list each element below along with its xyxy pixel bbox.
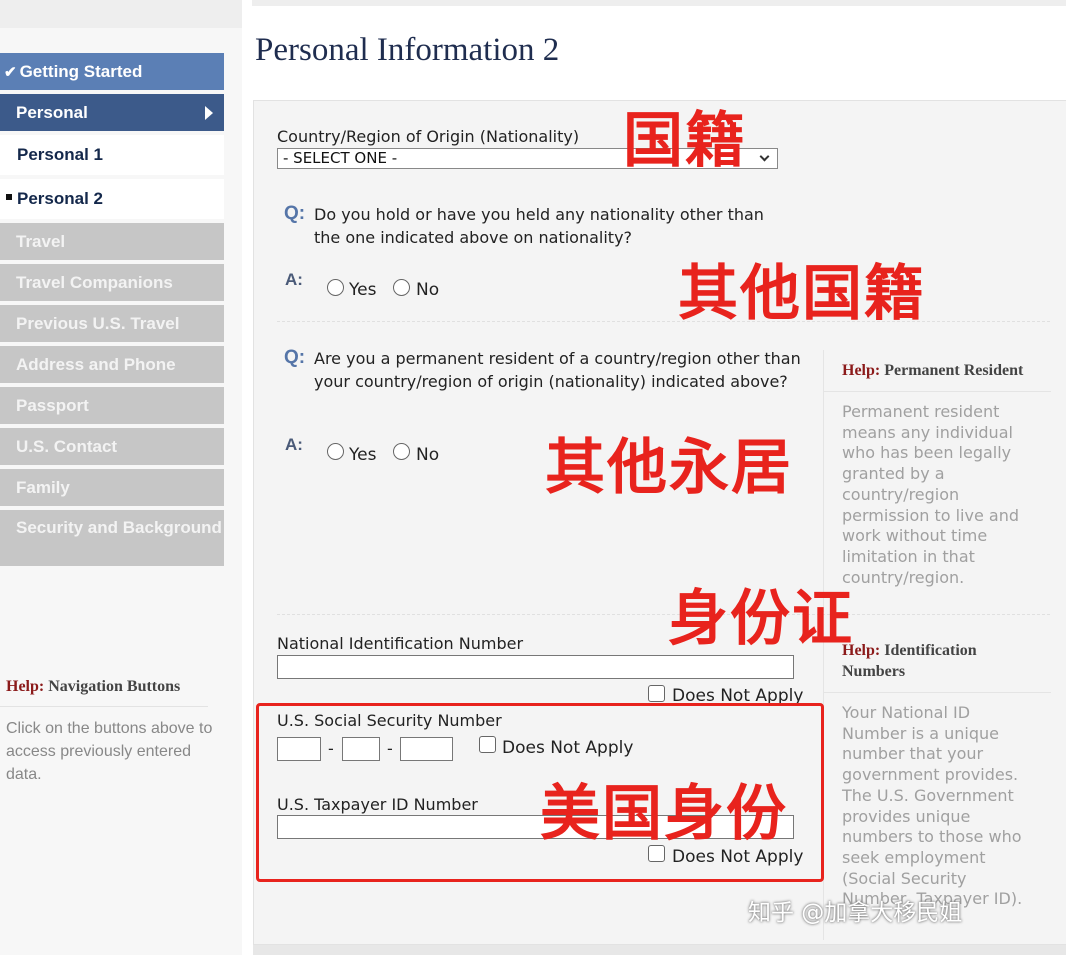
nav-item-family: Family <box>0 469 224 506</box>
radio-label: Yes <box>349 445 377 465</box>
other-nationality-no-radio[interactable] <box>393 279 410 296</box>
help-body: Click on the buttons above to access pre… <box>6 720 213 783</box>
nationality-selected-value: - SELECT ONE - <box>283 149 398 167</box>
nav-item-personal[interactable]: Personal <box>0 94 224 131</box>
side-navigation: ✔ Getting Started Personal Personal 1 Per… <box>0 53 224 570</box>
top-divider <box>252 0 1066 6</box>
radio-label: No <box>416 280 440 300</box>
annotation-us-identity: 美国身份 <box>540 779 788 849</box>
nav-item-label: Personal 1 <box>17 145 103 164</box>
nav-item-previous-us-travel: Previous U.S. Travel <box>0 305 224 342</box>
chevron-down-icon <box>759 151 770 162</box>
check-icon: ✔ <box>4 64 17 81</box>
navigation-help-panel: Help: Navigation Buttons Click on the bu… <box>0 668 232 796</box>
nav-item-label: Address and Phone <box>16 355 176 374</box>
help-body: Permanent resident means any individual … <box>842 402 1019 587</box>
nav-item-label: Travel <box>16 232 66 251</box>
other-nationality-question: Do you hold or have you held any nationa… <box>314 205 764 247</box>
nav-item-personal-2[interactable]: Personal 2 <box>0 179 224 219</box>
nav-item-label: Personal <box>16 103 88 122</box>
help-title: Help: Permanent Resident <box>824 350 1051 392</box>
help-heading: Permanent Resident <box>884 362 1024 379</box>
watermark: 知乎 @加拿大移民姐 <box>748 900 963 926</box>
other-nationality-yes-radio[interactable] <box>327 279 344 296</box>
national-id-does-not-apply-checkbox[interactable] <box>648 685 665 702</box>
nav-item-label: Personal 2 <box>17 189 103 208</box>
nav-item-label: Getting Started <box>19 62 143 81</box>
left-column-header <box>0 0 242 28</box>
nav-item-address-and-phone: Address and Phone <box>0 346 224 383</box>
nav-item-travel-companions: Travel Companions <box>0 264 224 301</box>
permanent-resident-no-radio[interactable] <box>393 443 410 460</box>
radio-label: Yes <box>349 280 377 300</box>
nav-item-travel: Travel <box>0 223 224 260</box>
question-marker: Q: <box>284 347 306 368</box>
nav-item-security-and-background: Security and Background <box>0 510 224 566</box>
nav-item-personal-1[interactable]: Personal 1 <box>0 135 224 175</box>
arrow-right-icon <box>205 106 213 120</box>
nav-item-label: Travel Companions <box>16 273 173 292</box>
nav-item-label: Security and Background <box>16 518 222 537</box>
current-page-bullet-icon <box>6 194 12 200</box>
nav-item-label: Passport <box>16 396 89 415</box>
help-title: Help: Identification Numbers <box>824 630 1051 693</box>
answer-marker: A: <box>285 270 303 289</box>
help-title: Help: Navigation Buttons <box>0 668 208 707</box>
help-prefix: Help: <box>6 678 45 695</box>
national-id-input[interactable] <box>277 655 794 679</box>
annotation-other-nationality: 其他国籍 <box>678 259 926 329</box>
permanent-resident-question: Are you a permanent resident of a countr… <box>314 349 801 391</box>
annotation-nationality: 国籍 <box>623 106 747 176</box>
answer-marker: A: <box>285 435 303 454</box>
annotation-id-card: 身份证 <box>668 584 854 654</box>
form-panel-footer <box>253 945 1066 955</box>
page-title: Personal Information 2 <box>255 32 560 68</box>
section-divider <box>277 614 1050 615</box>
help-prefix: Help: <box>842 362 881 379</box>
help-body: Your National ID Number is a unique numb… <box>842 703 1023 909</box>
nav-item-us-contact: U.S. Contact <box>0 428 224 465</box>
nav-item-label: Family <box>16 478 70 497</box>
permanent-resident-yes-radio[interactable] <box>327 443 344 460</box>
national-id-label: National Identification Number <box>277 634 524 653</box>
nationality-label: Country/Region of Origin (Nationality) <box>277 127 580 146</box>
annotation-other-residence: 其他永居 <box>545 433 793 503</box>
permanent-resident-help-panel: Help: Permanent Resident Permanent resid… <box>823 350 1051 612</box>
question-marker: Q: <box>284 203 306 224</box>
nav-item-passport: Passport <box>0 387 224 424</box>
radio-label: No <box>416 445 440 465</box>
help-heading: Navigation Buttons <box>48 678 181 695</box>
nav-item-label: Previous U.S. Travel <box>16 314 180 333</box>
section-divider <box>277 321 1050 322</box>
nav-item-getting-started[interactable]: ✔ Getting Started <box>0 53 224 90</box>
nav-item-label: U.S. Contact <box>16 437 118 456</box>
